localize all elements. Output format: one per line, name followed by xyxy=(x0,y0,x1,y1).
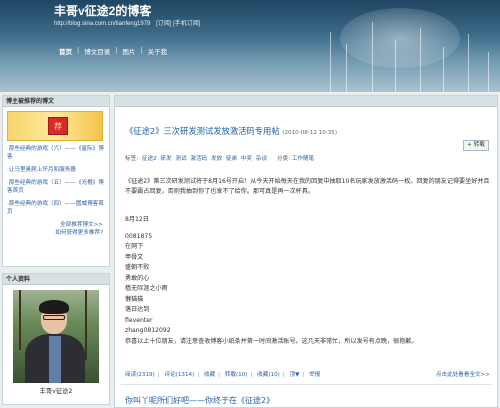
post-intro: 《征途2》第三次研发测试将于8月16号开启！从今天开始每天在我的回复中抽取10名… xyxy=(125,178,490,195)
profile-panel: 个人资料 丰哥v征途2 xyxy=(2,273,110,405)
post-line: 樯无际涯之小雨 xyxy=(125,285,168,292)
post-footer: 阅读(2319) | 评论(1314) | 收藏 | 转载(10) | 收藏(10) | … xyxy=(125,370,490,378)
post-line: 恭喜以上十位朋友，请注意查收博客小纸条并第一时间激活账号。这几天非常忙，所以发号… xyxy=(125,337,418,345)
tags-label: 标签: xyxy=(125,156,139,162)
post-line: 8月12日 xyxy=(125,216,149,223)
avatar[interactable] xyxy=(13,290,99,383)
profile-name[interactable]: 丰哥v征途2 xyxy=(3,386,109,395)
avatar-glasses xyxy=(43,315,65,320)
recommended-item[interactable]: ·那些经典的游戏（六）——《星际》博客 xyxy=(7,145,105,161)
read-count[interactable]: 阅读(2319) xyxy=(125,372,155,378)
grass-stem xyxy=(395,40,396,92)
post-date: (2010-08-12 10:35) xyxy=(282,130,338,136)
blog-url-link[interactable]: http://blog.sina.com.cn/tianfeng1979 xyxy=(54,21,150,27)
how-to-get-recommended-link[interactable]: 如何获得更多推荐? xyxy=(3,229,103,237)
footer-separator: | xyxy=(157,372,160,378)
nav-blog-directory[interactable]: 博文目录 xyxy=(79,46,115,56)
blog-header: 丰哥v征途2的博客 http://blog.sina.com.cn/tianfe… xyxy=(0,0,500,92)
post-line: 懒猫猫 xyxy=(125,295,144,303)
recommended-more: 全部推荐博文>> 如何获得更多推荐? xyxy=(3,221,109,237)
tag-link[interactable]: 发放 xyxy=(211,156,222,162)
reprint-button[interactable]: + 转载 xyxy=(463,140,489,151)
tag-link[interactable]: 激活码 xyxy=(190,156,207,162)
recommend-banner: 荐 xyxy=(7,111,103,141)
main-content: 《征途2》三次研发测试发放激活码专用帖 (2010-08-12 10:35) +… xyxy=(114,95,498,408)
report-link[interactable]: 举报 xyxy=(309,372,320,378)
post-line: 盛朝不败 xyxy=(125,264,150,271)
subscribe-link[interactable]: [订阅] xyxy=(156,21,171,27)
post-divider xyxy=(121,384,491,385)
upvote-link[interactable]: 顶▼ xyxy=(290,372,300,378)
post-line: fleventer xyxy=(125,316,153,324)
nav-about[interactable]: 关于我 xyxy=(143,46,173,56)
footer-separator: | xyxy=(282,372,285,378)
grass-stem xyxy=(443,47,444,92)
grass-stem xyxy=(488,52,489,92)
blog-nav: 首页 | 博文目录 | 图片 | 关于我 xyxy=(54,46,172,56)
footer-separator: | xyxy=(197,372,200,378)
read-more-link[interactable]: 点击此处看看全文>> xyxy=(436,370,490,378)
post-line: 勇敢的心 xyxy=(125,274,150,282)
recommended-item[interactable]: ·那些经典的游戏（四）——圆威博客首页 xyxy=(7,200,105,216)
tag-link[interactable]: 征途2 xyxy=(142,156,157,162)
avatar-hair xyxy=(39,300,69,314)
post-body: 8月12日 0081875 在网下 甲骨文 盛朝不败 勇敢的心 樯无际涯之小雨 … xyxy=(125,215,490,347)
blog-title: 丰哥v征途2的博客 xyxy=(54,4,152,18)
recommended-list: ·那些经典的游戏（六）——《星际》博客 ·让马里奥爬上坏月和服务器 ·那些经典的… xyxy=(3,145,109,216)
blog-subtitle: http://blog.sina.com.cn/tianfeng1979 [订阅… xyxy=(54,18,200,27)
post-tags: 标签: 征途2 研发 测试 激活码 发放 徒弟 中奖 杂谈 分类: 工作随笔 xyxy=(125,154,314,162)
nav-separator: | xyxy=(140,46,143,54)
post-title: 《征途2》三次研发测试发放激活码专用帖 (2010-08-12 10:35) xyxy=(125,125,337,137)
recommended-posts-panel: 博主被推荐的博文 荐 ·那些经典的游戏（六）——《星际》博客 ·让马里奥爬上坏月… xyxy=(2,95,110,267)
post-line: zhang0812092 xyxy=(125,327,171,334)
reprint-count-link[interactable]: 转载(10) xyxy=(225,372,248,378)
profile-heading: 个人资料 xyxy=(3,274,109,285)
tag-link[interactable]: 研发 xyxy=(160,156,171,162)
reprint-label: 转载 xyxy=(473,142,485,148)
plus-icon: + xyxy=(467,142,472,148)
post-title-link[interactable]: 《征途2》三次研发测试发放激活码专用帖 xyxy=(125,126,280,136)
recommended-item[interactable]: ·那些经典的游戏（五）——《光棍》博客首页 xyxy=(7,179,105,195)
tag-link[interactable]: 徒弟 xyxy=(226,156,237,162)
post-line: 甲骨文 xyxy=(125,253,144,261)
footer-separator: | xyxy=(250,372,253,378)
tree-trunk xyxy=(19,290,21,350)
avatar-shirt xyxy=(49,336,61,383)
recommended-item[interactable]: ·让马里奥爬上坏月和服务器 xyxy=(7,166,105,174)
category-label: 分类: xyxy=(276,156,290,162)
grass-stem xyxy=(330,32,331,92)
tag-link[interactable]: 杂谈 xyxy=(256,156,267,162)
grass-stem xyxy=(420,28,421,92)
category-link[interactable]: 工作随笔 xyxy=(292,156,314,162)
nav-separator: | xyxy=(115,46,118,54)
main-header-bar xyxy=(115,96,497,107)
grass-stem xyxy=(468,34,469,92)
tag-link[interactable]: 测试 xyxy=(175,156,186,162)
next-post-title[interactable]: 你叫丫呢所们好吧——你终于在《征途2》 xyxy=(125,395,274,406)
grass-stem xyxy=(372,22,373,92)
footer-separator: | xyxy=(302,372,305,378)
footer-separator: | xyxy=(218,372,221,378)
tree-trunk xyxy=(85,290,87,360)
grass-stem xyxy=(346,44,347,92)
nav-home[interactable]: 首页 xyxy=(54,46,77,56)
tag-link[interactable]: 中奖 xyxy=(241,156,252,162)
header-glow xyxy=(340,8,460,68)
post-line: 落日达到 xyxy=(125,306,150,313)
recommend-badge-icon: 荐 xyxy=(48,117,68,135)
nav-separator: | xyxy=(77,46,80,54)
comment-link[interactable]: 评论(1314) xyxy=(164,372,194,378)
favorite-link[interactable]: 收藏 xyxy=(204,372,215,378)
all-recommended-link[interactable]: 全部推荐博文>> xyxy=(3,221,103,229)
collect-count-link[interactable]: 收藏(10) xyxy=(257,372,280,378)
nav-pictures[interactable]: 图片 xyxy=(117,46,140,56)
post-line: 0081875 xyxy=(125,232,153,240)
mobile-subscribe-link[interactable]: [手机订阅] xyxy=(173,21,200,27)
post-line: 在网下 xyxy=(125,243,144,250)
recommended-posts-heading: 博主被推荐的博文 xyxy=(3,96,109,107)
